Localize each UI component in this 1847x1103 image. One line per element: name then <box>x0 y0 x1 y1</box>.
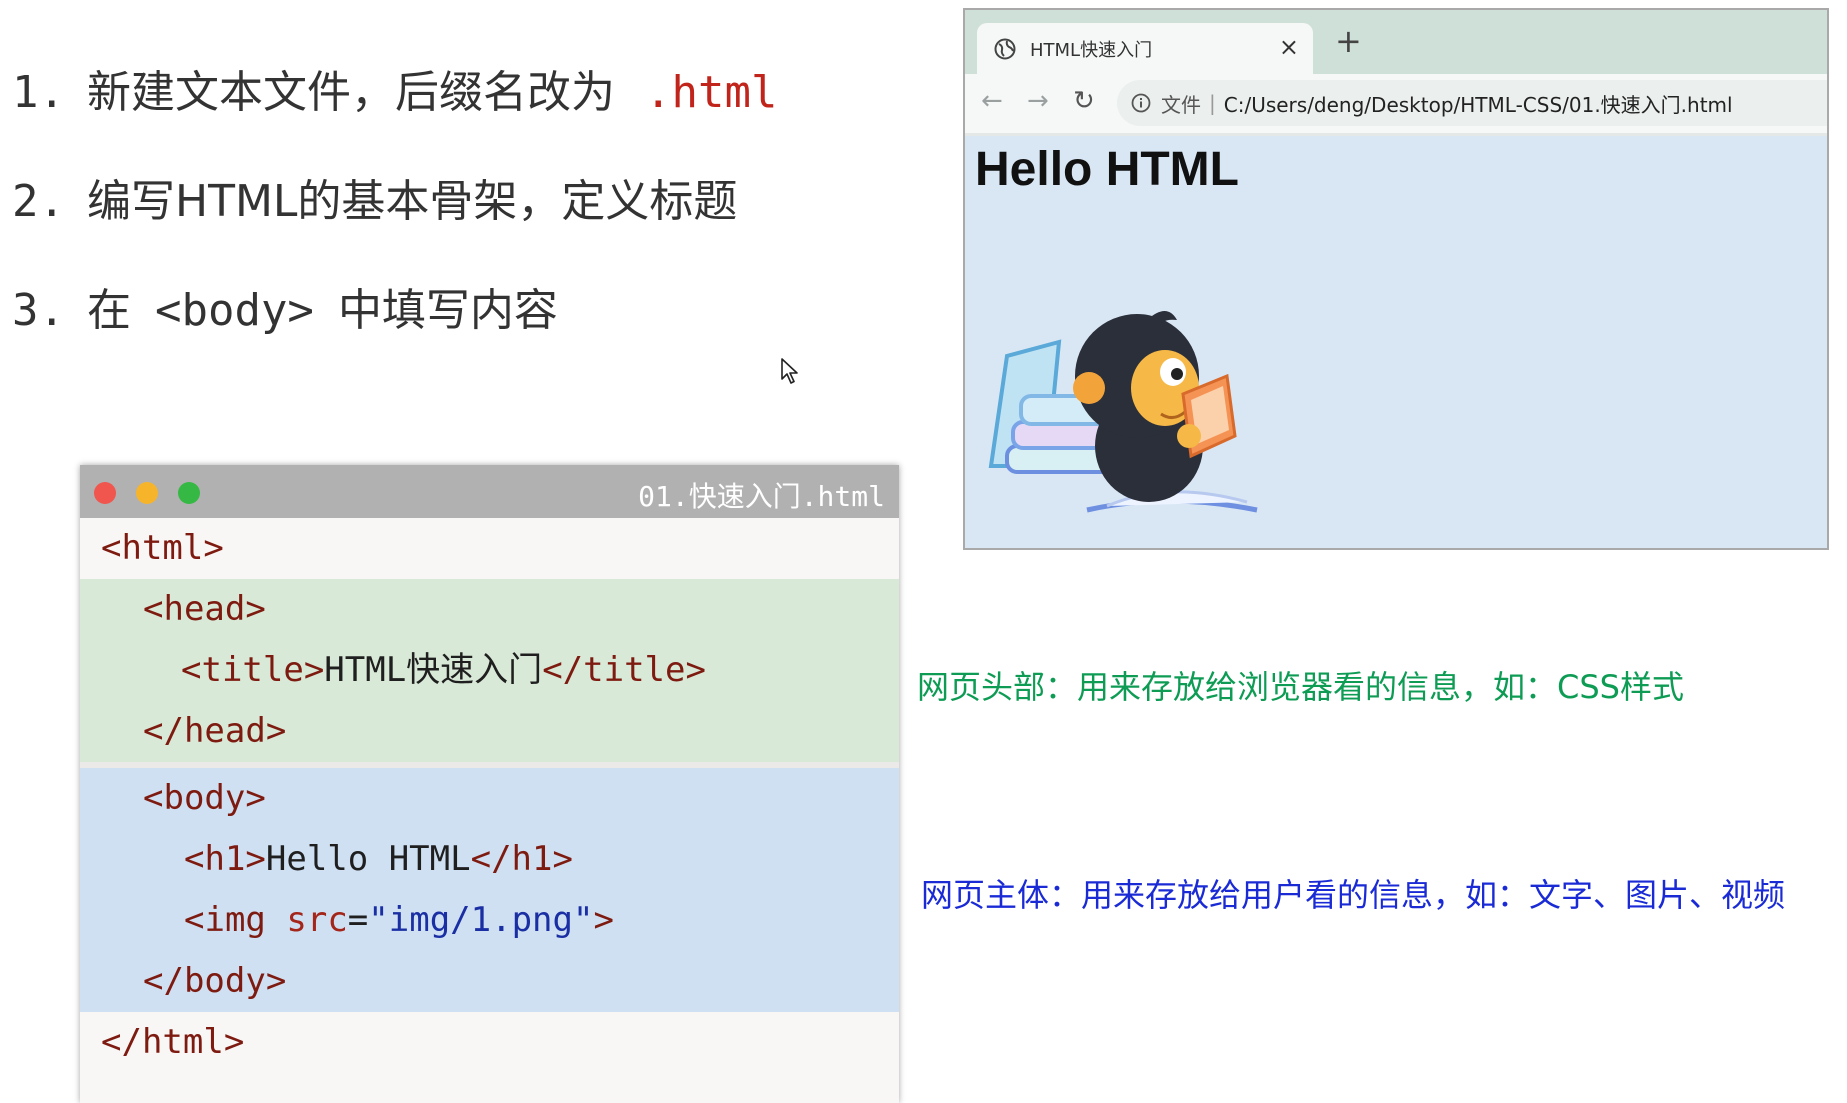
code-body: <html> <head> <title>HTML快速入门</title> </… <box>80 518 899 1073</box>
step-2: 2. 编写HTML的基本骨架，定义标题 <box>12 171 777 280</box>
step-text-post: 中填写内容 <box>337 285 558 336</box>
page-heading: Hello HTML <box>975 143 1239 196</box>
step-code: .html <box>644 67 778 118</box>
code-token: <h1> <box>184 839 266 879</box>
code-token: "img/1.png" <box>368 900 594 940</box>
code-token: </body> <box>143 961 287 1001</box>
minimize-window-button[interactable] <box>136 482 158 504</box>
mascot-reading-books-image <box>988 311 1258 513</box>
code-line: <img src="img/1.png"> <box>80 890 899 951</box>
forward-button[interactable]: → <box>1027 86 1049 116</box>
body-section: <body> <h1>Hello HTML</h1> <img src="img… <box>80 762 899 1012</box>
step-number: 2. <box>12 176 65 227</box>
editor-filename: 01.快速入门.html <box>638 480 885 513</box>
code-token: HTML快速入门 <box>324 650 543 690</box>
editor-titlebar: 01.快速入门.html <box>80 465 899 518</box>
maximize-window-button[interactable] <box>178 482 200 504</box>
code-token: <html> <box>101 528 224 568</box>
code-line: <head> <box>80 579 899 640</box>
tab-title: HTML快速入门 <box>1030 39 1153 61</box>
code-token: <head> <box>143 589 266 629</box>
code-token: Hello HTML <box>265 839 471 879</box>
info-icon[interactable] <box>1131 93 1151 113</box>
step-text: 编写HTML的基本骨架，定义标题 <box>86 176 738 227</box>
code-editor-window: 01.快速入门.html <html> <head> <title>HTML快速… <box>80 465 899 1103</box>
step-text-pre: 在 <box>86 285 131 336</box>
code-token: <img <box>184 900 266 940</box>
step-code: <body> <box>154 285 314 336</box>
head-section: <head> <title>HTML快速入门</title> </head> <box>80 579 899 762</box>
code-token: = <box>347 900 369 940</box>
browser-tab[interactable]: HTML快速入门 × <box>977 23 1313 74</box>
code-token: </title> <box>542 650 706 690</box>
code-line: <body> <box>80 768 899 829</box>
code-token: src <box>286 900 348 940</box>
code-line: <html> <box>80 518 899 579</box>
code-line: </head> <box>80 701 899 762</box>
browser-window: HTML快速入门 × + ← → ↻ 文件 | C:/Users/deng/De… <box>963 8 1829 550</box>
new-tab-button[interactable]: + <box>1335 22 1362 60</box>
code-line: </body> <box>80 951 899 1012</box>
reload-button[interactable]: ↻ <box>1073 86 1095 116</box>
browser-tabbar: HTML快速入门 × + <box>965 10 1827 74</box>
url-scheme-label: 文件 <box>1161 92 1201 117</box>
step-number: 3. <box>12 285 65 336</box>
head-annotation: 网页头部：用来存放给浏览器看的信息，如：CSS样式 <box>917 668 1684 706</box>
step-number: 1. <box>12 67 65 118</box>
code-line: <title>HTML快速入门</title> <box>80 640 899 701</box>
address-bar: ← → ↻ 文件 | C:/Users/deng/Desktop/HTML-CS… <box>965 74 1827 136</box>
close-window-button[interactable] <box>94 482 116 504</box>
body-annotation: 网页主体：用来存放给用户看的信息，如：文字、图片、视频 <box>921 876 1786 914</box>
code-token: </html> <box>101 1022 245 1062</box>
step-3: 3. 在 <body> 中填写内容 <box>12 280 777 389</box>
code-token: </head> <box>143 711 287 751</box>
mouse-cursor-icon <box>781 358 798 384</box>
steps-list: 1. 新建文本文件，后缀名改为 .html 2. 编写HTML的基本骨架，定义标… <box>12 62 777 389</box>
step-text: 新建文本文件，后缀名改为 <box>86 67 615 118</box>
tab-close-icon[interactable]: × <box>1279 33 1299 61</box>
code-line: </html> <box>80 1012 899 1073</box>
url-text[interactable]: C:/Users/deng/Desktop/HTML-CSS/01.快速入门.h… <box>1224 89 1733 118</box>
code-token: > <box>593 900 614 940</box>
url-separator: | <box>1209 91 1216 115</box>
code-line: <h1>Hello HTML</h1> <box>80 829 899 890</box>
code-token: <title> <box>181 650 325 690</box>
url-field[interactable]: 文件 | C:/Users/deng/Desktop/HTML-CSS/01.快… <box>1117 80 1827 126</box>
globe-icon <box>994 38 1016 59</box>
code-token: <body> <box>143 778 266 818</box>
code-token: </h1> <box>470 839 573 879</box>
back-button[interactable]: ← <box>981 86 1003 116</box>
step-1: 1. 新建文本文件，后缀名改为 .html <box>12 62 777 171</box>
